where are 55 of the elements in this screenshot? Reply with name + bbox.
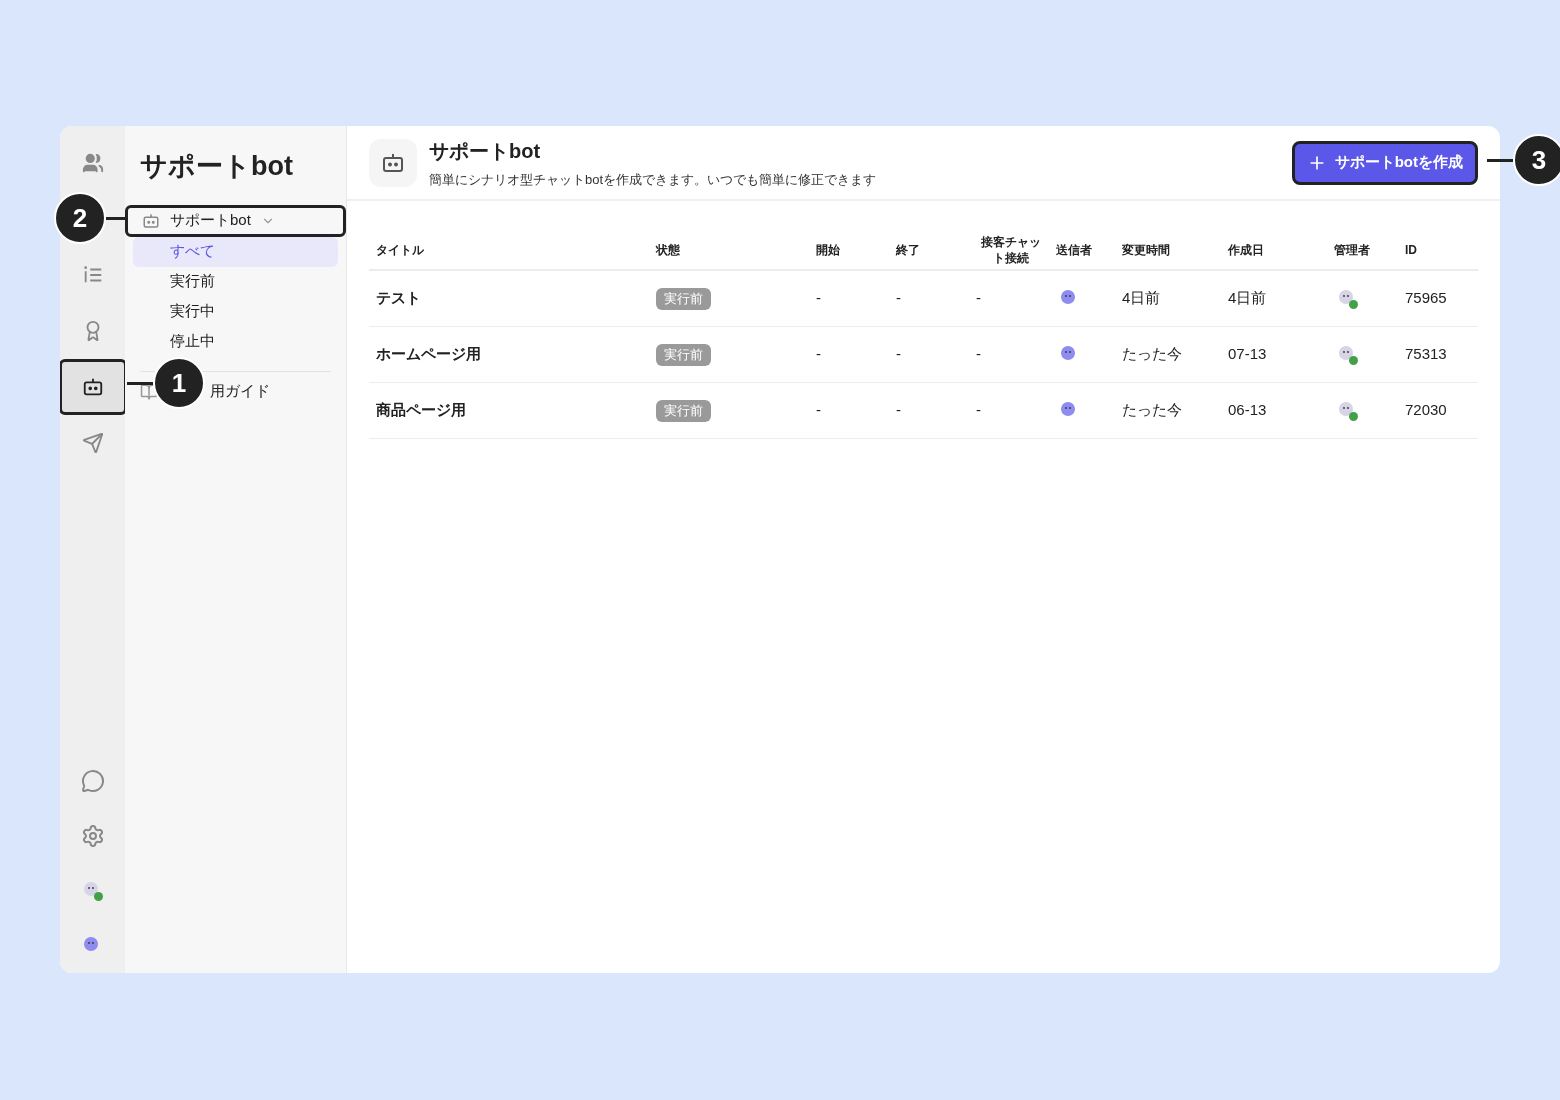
leader-line (127, 381, 153, 385)
table-cell-text: - (896, 344, 902, 365)
table-cell-text: - (976, 344, 982, 365)
callout-number: 3 (1513, 134, 1560, 186)
table-cell-text: たった今 (1122, 344, 1183, 365)
bot-group-dropdown[interactable]: サポートbot (125, 204, 346, 237)
page-description: 簡単にシナリオ型チャットbotを作成できます。いつでも簡単に修正できます (429, 170, 877, 189)
table-cell-text: 4日前 (1122, 288, 1162, 309)
table-cell-text: - (816, 400, 822, 421)
nav-item[interactable] (60, 359, 127, 415)
column-header: 終了 (896, 242, 921, 259)
guide-link[interactable]: 用ガイド (210, 380, 270, 403)
table-cell-text: 商品ページ用 (376, 400, 467, 421)
table-cell-text: - (816, 288, 822, 309)
filter-item[interactable]: すべて (133, 236, 338, 267)
table-cell-text: 06-13 (1228, 400, 1268, 421)
filter-item[interactable]: 停止中 (133, 326, 338, 357)
sidebar-title: サポートbot (139, 150, 294, 183)
leader-line (1487, 158, 1513, 162)
table-cell-text: - (896, 400, 902, 421)
table-cell-text: - (816, 344, 822, 365)
table-cell-text: たった今 (1122, 400, 1183, 421)
people-icon (81, 152, 104, 174)
chat-icon[interactable] (80, 768, 105, 793)
leader-line (106, 216, 126, 220)
table-cell-text: 72030 (1405, 400, 1448, 421)
table-cell-text: ホームページ用 (376, 344, 482, 365)
create-bot-button[interactable]: サポートbotを作成 (1291, 140, 1478, 185)
column-header: 作成日 (1228, 242, 1265, 259)
table-cell-text: 75965 (1405, 288, 1448, 309)
column-header: 状態 (656, 242, 681, 259)
column-header: タイトル (376, 242, 425, 259)
table-cell-text: テスト (376, 288, 422, 309)
settings-icon[interactable] (80, 823, 105, 848)
table-cell-text: - (976, 400, 982, 421)
column-header: 管理者 (1334, 242, 1371, 259)
column-header: ID (1405, 242, 1418, 259)
table-cell-text: 4日前 (1228, 288, 1268, 309)
column-header: 変更時間 (1122, 242, 1171, 259)
status-tag: 実行前 (656, 400, 711, 422)
column-header: 開始 (816, 242, 841, 259)
status-tag: 実行前 (656, 288, 711, 310)
column-header: 送信者 (1056, 242, 1093, 259)
table-cell-text: 07-13 (1228, 344, 1268, 365)
table-cell-text: 75313 (1405, 344, 1448, 365)
send-icon (81, 432, 104, 454)
robot-icon (142, 211, 160, 230)
filter-item[interactable]: 実行前 (133, 266, 338, 297)
status-tag: 実行前 (656, 344, 711, 366)
robot-icon (81, 376, 104, 398)
table-cell-text: - (896, 288, 902, 309)
table-cell-text: - (976, 288, 982, 309)
filter-item[interactable]: 実行中 (133, 296, 338, 327)
page-title: サポートbot (429, 138, 542, 164)
column-header: 接客チャット接続 (980, 234, 1042, 266)
